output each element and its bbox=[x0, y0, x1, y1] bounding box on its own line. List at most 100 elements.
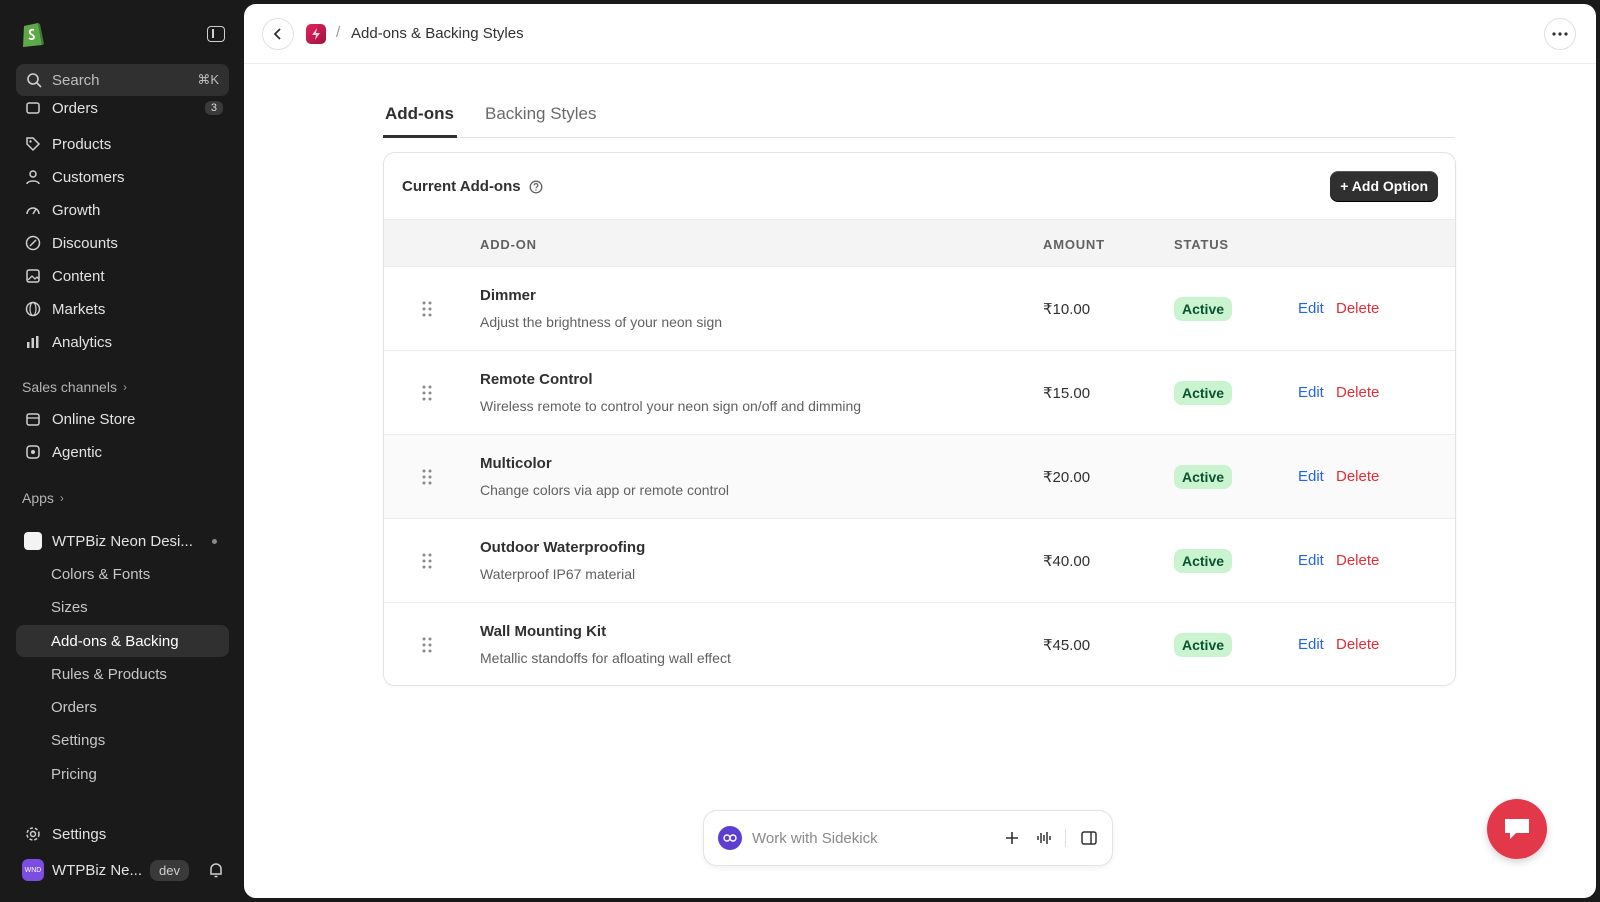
delete-link[interactable]: Delete bbox=[1336, 384, 1379, 401]
sales-channels-section[interactable]: Sales channels › bbox=[22, 379, 127, 395]
sidebar-item-growth[interactable]: Growth bbox=[16, 194, 229, 226]
drag-handle-icon[interactable] bbox=[422, 301, 432, 317]
tab-backing-styles[interactable]: Backing Styles bbox=[485, 104, 597, 124]
delete-link[interactable]: Delete bbox=[1336, 552, 1379, 569]
sidebar-item-label: Discounts bbox=[52, 234, 118, 252]
inbox-icon bbox=[24, 99, 42, 117]
sidebar-sub-label: Pricing bbox=[51, 765, 97, 783]
help-circle-icon[interactable] bbox=[529, 180, 543, 194]
sidekick-avatar-icon bbox=[718, 826, 742, 850]
drag-handle-icon[interactable] bbox=[422, 469, 432, 485]
card-title: Current Add-ons bbox=[402, 178, 543, 195]
side-panel-icon[interactable] bbox=[1080, 829, 1098, 847]
sidebar-item-orders[interactable]: Orders 3 bbox=[16, 95, 229, 121]
globe-icon bbox=[24, 300, 42, 318]
bar-chart-icon bbox=[24, 333, 42, 351]
sidebar-item-label: Agentic bbox=[52, 443, 103, 461]
search-input[interactable]: Search ⌘K bbox=[16, 64, 229, 96]
tag-icon bbox=[24, 135, 42, 153]
tab-addons[interactable]: Add-ons bbox=[385, 104, 454, 124]
addon-name: Remote Control bbox=[480, 371, 593, 388]
sidebar-sub-rules-products[interactable]: Rules & Products bbox=[16, 658, 229, 690]
edit-link[interactable]: Edit bbox=[1298, 384, 1324, 401]
sidebar-item-discounts[interactable]: Discounts bbox=[16, 227, 229, 259]
sidebar-sub-pricing[interactable]: Pricing bbox=[16, 758, 229, 790]
gauge-icon bbox=[24, 201, 42, 219]
addon-description: Adjust the brightness of your neon sign bbox=[480, 314, 723, 330]
orders-count-badge: 3 bbox=[204, 101, 223, 115]
sidebar-sub-label: Orders bbox=[51, 698, 97, 716]
sidebar-sub-addons-backing[interactable]: Add-ons & Backing bbox=[16, 625, 229, 657]
edit-link[interactable]: Edit bbox=[1298, 636, 1324, 653]
edit-link[interactable]: Edit bbox=[1298, 552, 1324, 569]
breadcrumb-separator: / bbox=[336, 24, 341, 41]
addon-amount: ₹20.00 bbox=[1043, 469, 1091, 486]
more-actions-button[interactable] bbox=[1544, 18, 1576, 50]
tab-bar: Add-ons Backing Styles bbox=[383, 90, 1455, 138]
app-name: WTPBiz Neon Desi... bbox=[52, 532, 193, 550]
delete-link[interactable]: Delete bbox=[1336, 636, 1379, 653]
voice-waveform-icon[interactable] bbox=[1035, 829, 1053, 847]
addon-amount: ₹40.00 bbox=[1043, 553, 1091, 570]
sidebar-item-label: Products bbox=[52, 135, 112, 153]
sidekick-input[interactable]: Work with Sidekick bbox=[703, 810, 1113, 866]
sidebar-sub-settings[interactable]: Settings bbox=[16, 724, 229, 756]
store-switcher[interactable]: WND WTPBiz Ne... dev bbox=[16, 854, 229, 886]
pin-dot-icon bbox=[212, 538, 217, 544]
card-title-text: Current Add-ons bbox=[402, 178, 521, 195]
table-row: Outdoor Waterproofing Waterproof IP67 ma… bbox=[384, 519, 1455, 603]
sidekick-placeholder: Work with Sidekick bbox=[752, 829, 878, 847]
sidebar-item-products[interactable]: Products bbox=[16, 128, 229, 160]
sales-channels-label: Sales channels bbox=[22, 379, 117, 395]
active-tab-indicator bbox=[383, 135, 457, 138]
sidebar-item-app[interactable]: WTPBiz Neon Desi... bbox=[16, 525, 229, 557]
sidebar-item-settings[interactable]: Settings bbox=[16, 818, 229, 850]
delete-link[interactable]: Delete bbox=[1336, 468, 1379, 485]
chevron-right-icon: › bbox=[59, 491, 64, 505]
shopify-logo-icon[interactable] bbox=[20, 20, 46, 47]
page-title: Add-ons & Backing Styles bbox=[351, 25, 524, 42]
status-badge: Active bbox=[1174, 549, 1233, 573]
addons-card: Current Add-ons + Add Option ADD-ON AMOU… bbox=[383, 152, 1456, 686]
sidebar-item-label: Online Store bbox=[52, 410, 136, 428]
sidebar-item-online-store[interactable]: Online Store bbox=[16, 403, 229, 435]
back-button[interactable] bbox=[262, 18, 294, 50]
sidebar-sub-label: Add-ons & Backing bbox=[51, 632, 179, 650]
sidebar-item-markets[interactable]: Markets bbox=[16, 293, 229, 325]
sidebar-item-agentic[interactable]: Agentic bbox=[16, 436, 229, 468]
sidebar-sub-label: Settings bbox=[51, 731, 106, 749]
drag-handle-icon[interactable] bbox=[422, 637, 432, 653]
sidebar-sub-sizes[interactable]: Sizes bbox=[16, 591, 229, 623]
apps-section[interactable]: Apps › bbox=[22, 490, 64, 506]
table-row: Multicolor Change colors via app or remo… bbox=[384, 435, 1455, 519]
add-option-button[interactable]: + Add Option bbox=[1330, 171, 1438, 201]
sidebar-sub-label: Sizes bbox=[51, 598, 88, 616]
discount-icon bbox=[24, 234, 42, 252]
plus-icon[interactable] bbox=[1003, 829, 1021, 847]
image-icon bbox=[24, 267, 42, 285]
sidebar-item-content[interactable]: Content bbox=[16, 260, 229, 292]
sidebar-toggle-icon[interactable] bbox=[207, 26, 225, 42]
store-avatar: WND bbox=[22, 859, 44, 881]
sidebar-sub-orders[interactable]: Orders bbox=[16, 691, 229, 723]
search-icon bbox=[27, 73, 42, 88]
search-shortcut: ⌘K bbox=[197, 72, 219, 87]
drag-handle-icon[interactable] bbox=[422, 385, 432, 401]
sidebar-item-customers[interactable]: Customers bbox=[16, 161, 229, 193]
edit-link[interactable]: Edit bbox=[1298, 300, 1324, 317]
store-name: WTPBiz Ne... bbox=[52, 861, 143, 879]
status-badge: Active bbox=[1174, 381, 1233, 405]
edit-link[interactable]: Edit bbox=[1298, 468, 1324, 485]
agentic-icon bbox=[24, 443, 42, 461]
addon-description: Metallic standoffs for afloating wall ef… bbox=[480, 650, 731, 666]
gear-icon bbox=[24, 825, 42, 843]
bell-icon[interactable] bbox=[207, 861, 225, 879]
addon-description: Wireless remote to control your neon sig… bbox=[480, 398, 862, 414]
chat-support-button[interactable] bbox=[1487, 799, 1547, 859]
drag-handle-icon[interactable] bbox=[422, 553, 432, 569]
sidebar-item-analytics[interactable]: Analytics bbox=[16, 326, 229, 358]
addon-description: Change colors via app or remote control bbox=[480, 482, 730, 498]
card-header: Current Add-ons + Add Option bbox=[384, 153, 1455, 219]
delete-link[interactable]: Delete bbox=[1336, 300, 1379, 317]
sidebar-sub-colors-fonts[interactable]: Colors & Fonts bbox=[16, 558, 229, 590]
